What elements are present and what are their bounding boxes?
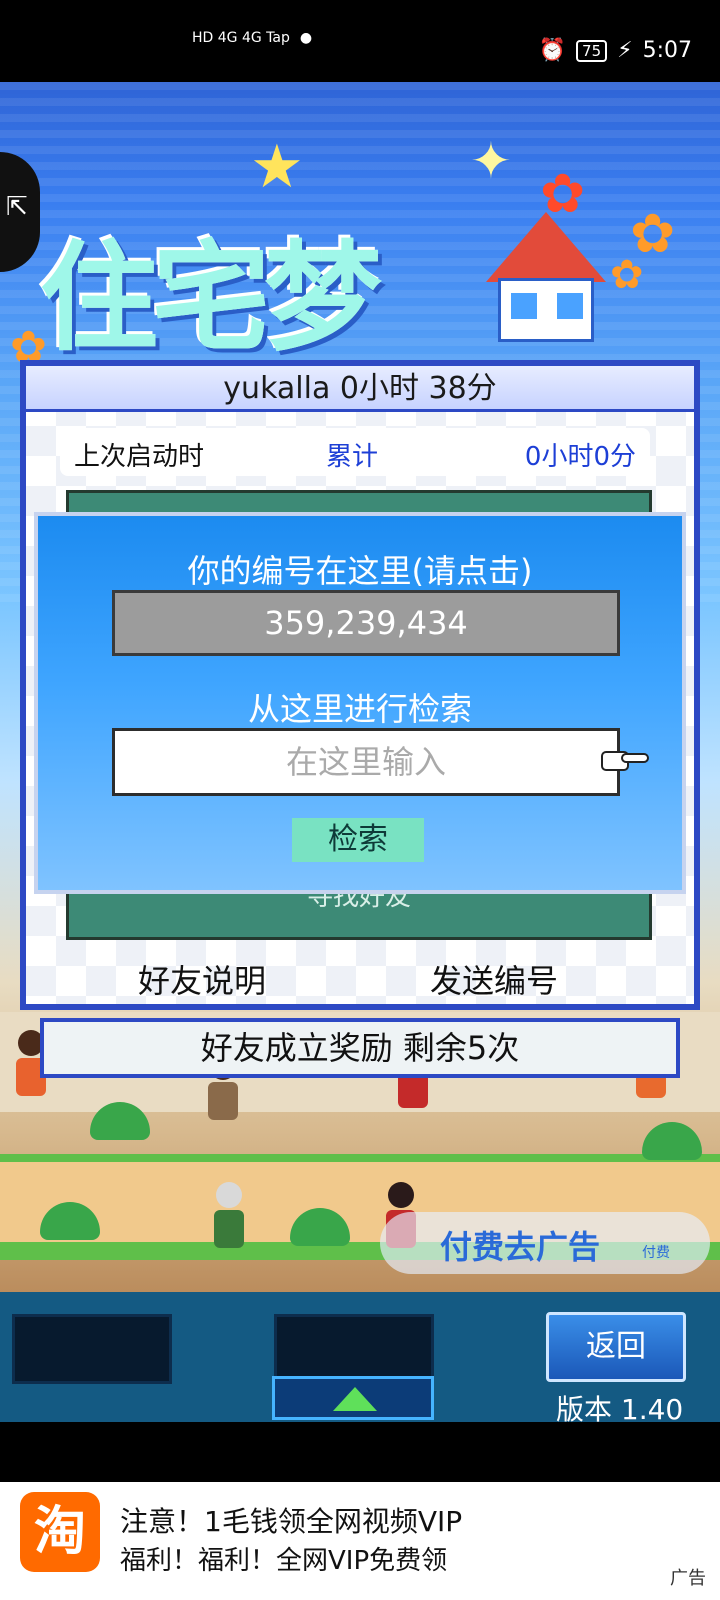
sparkle-icon: ✦ — [470, 132, 512, 190]
total-value: 0小时0分 — [524, 442, 636, 472]
signal-text: HD 4G 4G Tap — [192, 30, 290, 46]
status-right: ⏰ 75 ⚡ 5:07 — [539, 38, 692, 63]
search-button[interactable]: 检索 — [292, 818, 424, 862]
ad-tag: 广告 — [670, 1568, 706, 1589]
id-title: 你的编号在这里(请点击) — [187, 552, 533, 590]
total-label: 累计 — [326, 442, 379, 472]
clock: 5:07 — [642, 38, 692, 63]
dialog-footer: 好友说明 发送编号 — [20, 952, 700, 1002]
back-button[interactable]: 返回 — [546, 1312, 686, 1382]
player-id-field[interactable]: 359,239,434 — [112, 590, 620, 656]
bush — [642, 1122, 702, 1160]
wechat-icon: ● — [299, 30, 313, 46]
search-input[interactable]: 在这里输入 — [112, 728, 620, 796]
taobao-icon: 淘 — [20, 1492, 100, 1572]
control-bar: 返回 版本 1.40 — [0, 1292, 720, 1426]
send-id-button[interactable]: 发送编号 — [430, 956, 558, 1002]
friend-help-button[interactable]: 好友说明 — [138, 956, 266, 1002]
empty-slot[interactable] — [12, 1314, 172, 1384]
resident-sprite — [212, 1182, 246, 1248]
pointing-hand-icon — [601, 751, 649, 771]
house-icon — [486, 212, 606, 342]
battery-indicator: 75 — [576, 39, 608, 62]
ad-banner[interactable]: 淘 注意！1毛钱领全网视频VIP 福利！福利！全网VIP免费领 广告 — [0, 1482, 720, 1600]
remove-ads-label: 付费去广告 — [440, 1228, 601, 1266]
empty-slot[interactable] — [274, 1314, 434, 1384]
ad-subline: 福利！福利！全网VIP免费领 — [120, 1546, 448, 1576]
signal-indicators: HD 4G 4G Tap ● — [192, 30, 312, 46]
friend-reward-bar: 好友成立奖励 剩余5次 — [40, 1018, 680, 1078]
alarm-icon: ⏰ — [538, 38, 567, 63]
last-launch-label: 上次启动时 — [74, 442, 205, 472]
ad-headline: 注意！1毛钱领全网视频VIP — [120, 1505, 463, 1538]
play-time-row: 上次启动时 累计 0小时0分 — [60, 428, 650, 476]
charging-icon: ⚡ — [617, 38, 633, 63]
dialog-title: yukalla 0小时 38分 — [26, 366, 694, 412]
status-bar: HD 4G 4G Tap ● ⏰ 75 ⚡ 5:07 — [0, 0, 720, 82]
scroll-up-button[interactable] — [272, 1376, 434, 1420]
search-title: 从这里进行检索 — [247, 690, 472, 728]
star-icon: ★ — [250, 132, 304, 202]
spacer — [0, 1422, 720, 1482]
remove-ads-small: 付费 — [642, 1245, 670, 1261]
game-logo: 住宅梦 — [40, 229, 382, 367]
remove-ads-button[interactable]: 付费去广告 付费 — [380, 1212, 710, 1274]
share-icon: ⇱ — [6, 192, 28, 222]
id-search-popup: 你的编号在这里(请点击) 359,239,434 从这里进行检索 在这里输入 检… — [34, 512, 686, 894]
up-arrow-icon — [333, 1387, 377, 1411]
flower-icon: ✿ — [610, 252, 644, 298]
